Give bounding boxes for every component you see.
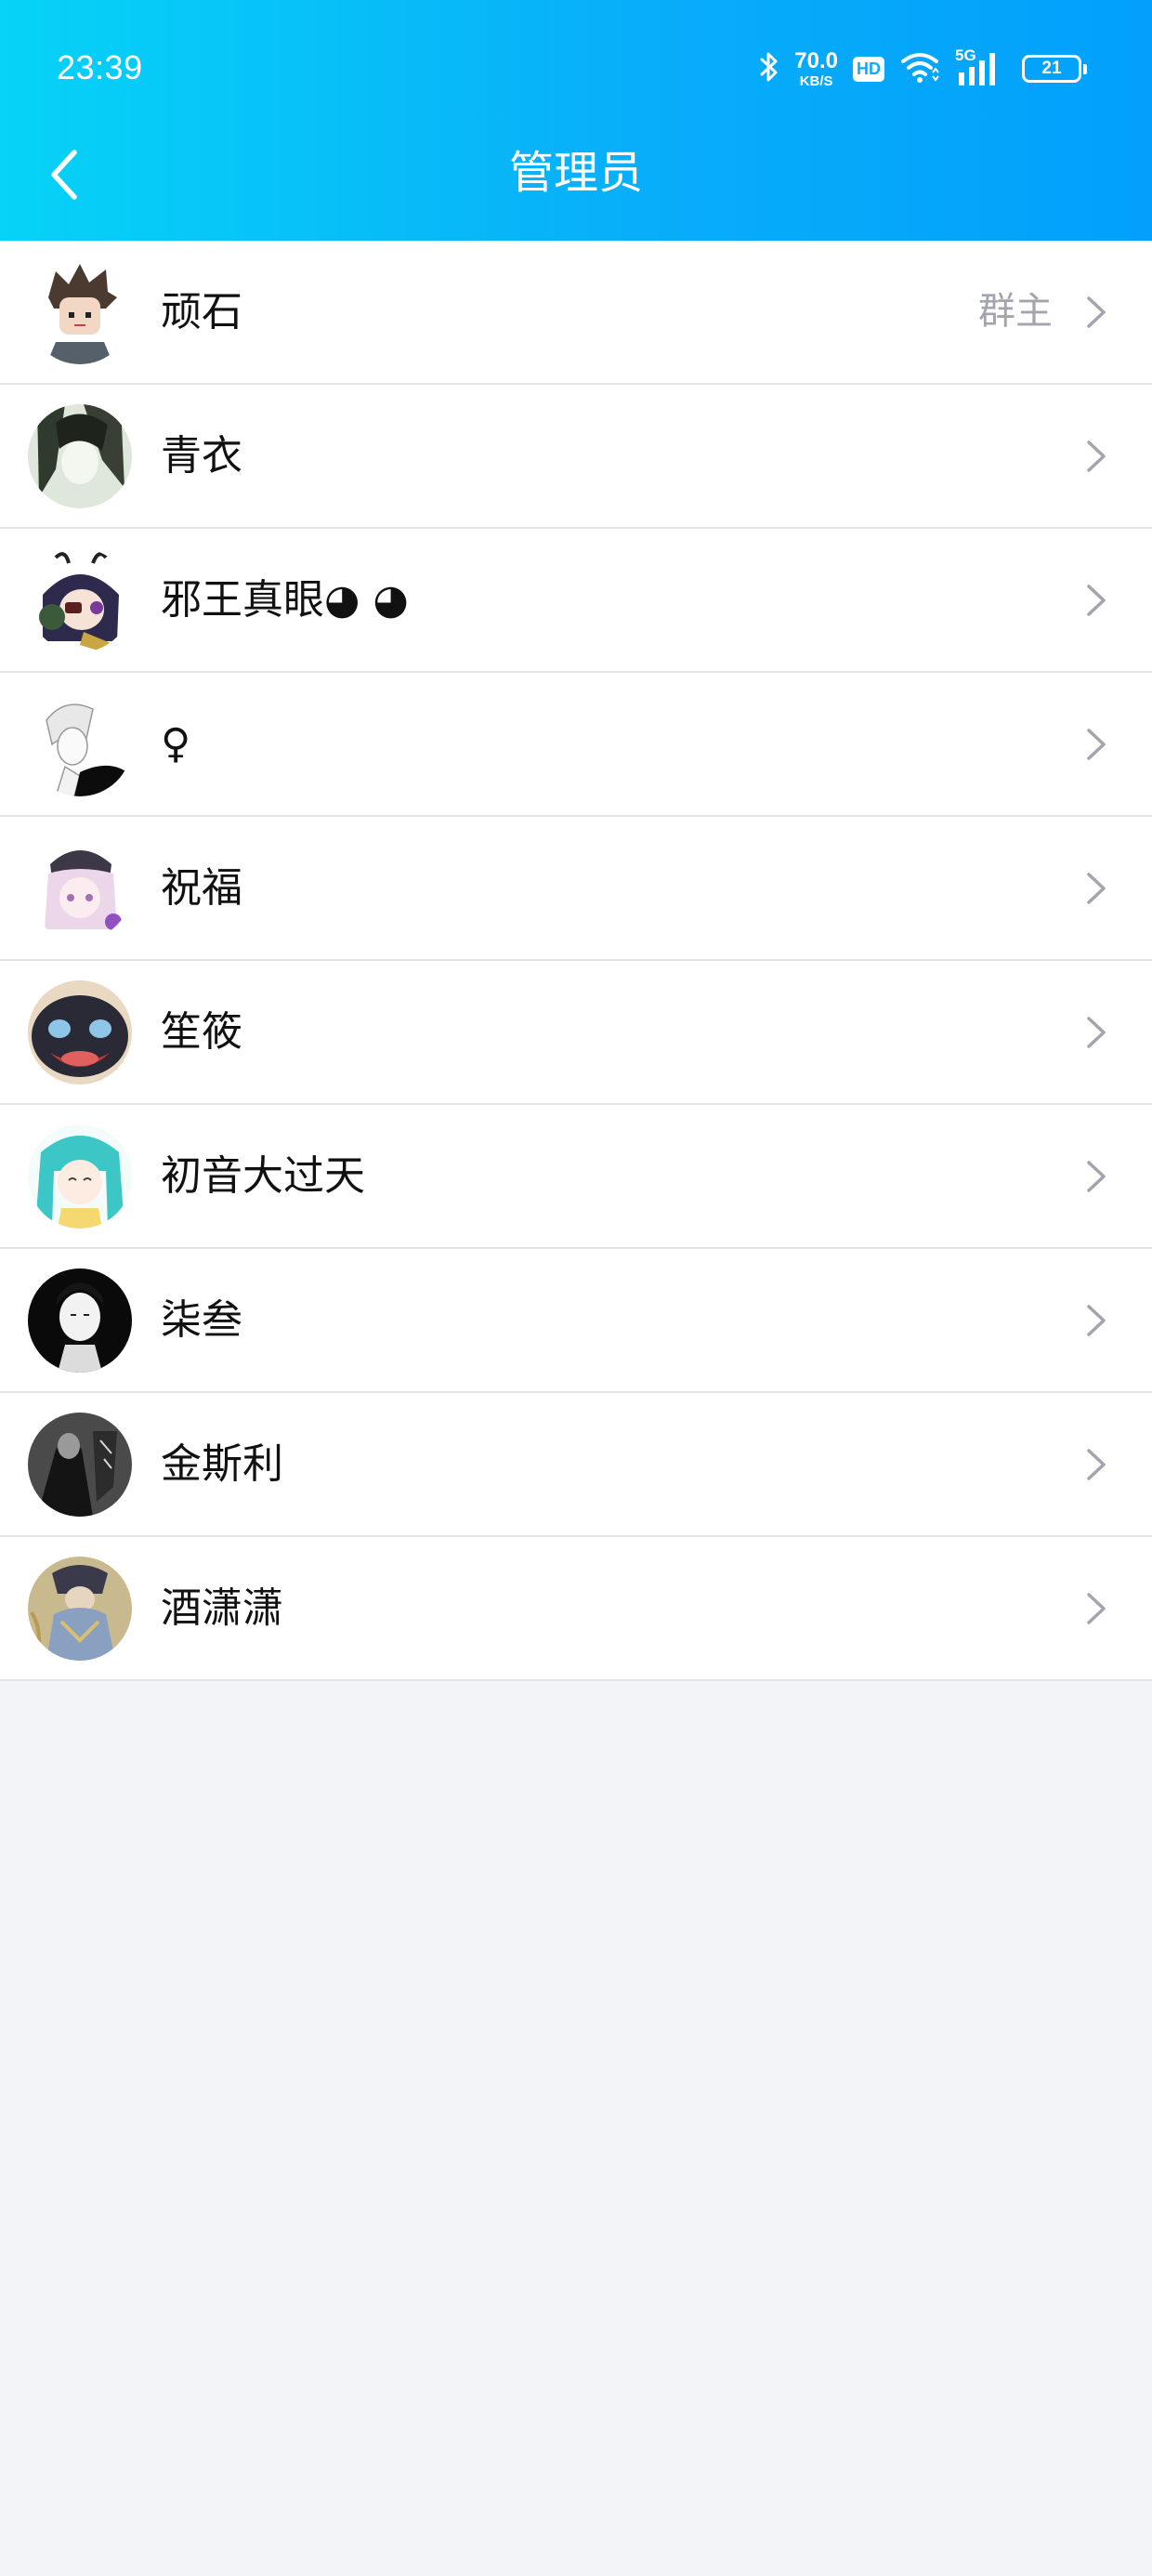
list-item[interactable]: 顽石 群主 — [0, 241, 1152, 385]
app-header: 23:39 70.0 KB/S HD 5G 21 管理员 — [0, 0, 1152, 241]
list-item[interactable]: ♀ — [0, 673, 1152, 817]
chevron-right-icon — [1087, 296, 1106, 328]
member-name: 祝福 — [161, 864, 242, 912]
avatar — [28, 1268, 132, 1373]
avatar — [28, 1413, 132, 1517]
member-name: 金斯利 — [161, 1440, 283, 1488]
admin-list: 顽石 群主 青衣 邪王真眼◕ ◕ ♀ 祝福 笙筱 初音大过天 柒叁 金斯利 酒潇… — [0, 241, 1152, 1681]
avatar — [28, 1124, 132, 1229]
chevron-right-icon — [1087, 1017, 1106, 1048]
avatar — [28, 260, 132, 364]
list-item[interactable]: 祝福 — [0, 817, 1152, 961]
cellular-signal-icon: 5G — [955, 46, 1001, 87]
list-item[interactable]: 酒潇潇 — [0, 1537, 1152, 1681]
status-time: 23:39 — [57, 48, 143, 86]
avatar — [28, 692, 132, 796]
member-name: 笙筱 — [161, 1008, 242, 1056]
chevron-left-icon — [51, 149, 77, 200]
member-name: 青衣 — [161, 432, 242, 480]
back-button[interactable] — [46, 139, 130, 241]
network-speed-unit: KB/S — [799, 72, 833, 89]
avatar — [28, 1557, 132, 1661]
list-item[interactable]: 青衣 — [0, 385, 1152, 529]
bluetooth-icon — [759, 50, 779, 87]
owner-badge: 群主 — [978, 290, 1053, 333]
avatar — [28, 980, 132, 1084]
member-name: 初音大过天 — [161, 1152, 365, 1200]
list-item[interactable]: 初音大过天 — [0, 1105, 1152, 1249]
member-name: ♀ — [161, 720, 191, 768]
member-name: 顽石 — [161, 288, 242, 335]
chevron-right-icon — [1087, 585, 1106, 616]
avatar — [28, 548, 132, 652]
battery-indicator: 21 — [1022, 55, 1087, 83]
list-item[interactable]: 笙筱 — [0, 961, 1152, 1105]
chevron-right-icon — [1087, 873, 1106, 904]
list-item[interactable]: 金斯利 — [0, 1393, 1152, 1537]
wifi-icon — [899, 50, 940, 87]
member-name: 柒叁 — [161, 1296, 242, 1344]
chevron-right-icon — [1087, 1161, 1106, 1192]
nav-bar: 管理员 — [0, 139, 1152, 241]
list-item[interactable]: 柒叁 — [0, 1249, 1152, 1393]
member-name: 酒潇潇 — [161, 1584, 283, 1632]
page-title: 管理员 — [508, 147, 643, 199]
avatar — [28, 836, 132, 940]
member-name: 邪王真眼◕ ◕ — [161, 576, 409, 624]
list-item[interactable]: 邪王真眼◕ ◕ — [0, 529, 1152, 673]
hd-badge: HD — [853, 56, 884, 82]
chevron-right-icon — [1087, 440, 1106, 472]
avatar — [28, 404, 132, 508]
network-speed: 70.0 KB/S — [794, 47, 838, 89]
status-icons: 70.0 KB/S HD 5G 21 — [744, 46, 1087, 91]
network-speed-value: 70.0 — [794, 47, 838, 73]
chevron-right-icon — [1087, 1593, 1106, 1624]
chevron-right-icon — [1087, 1305, 1106, 1336]
status-bar: 23:39 70.0 KB/S HD 5G 21 — [0, 0, 1152, 139]
chevron-right-icon — [1087, 1449, 1106, 1480]
chevron-right-icon — [1087, 729, 1106, 760]
